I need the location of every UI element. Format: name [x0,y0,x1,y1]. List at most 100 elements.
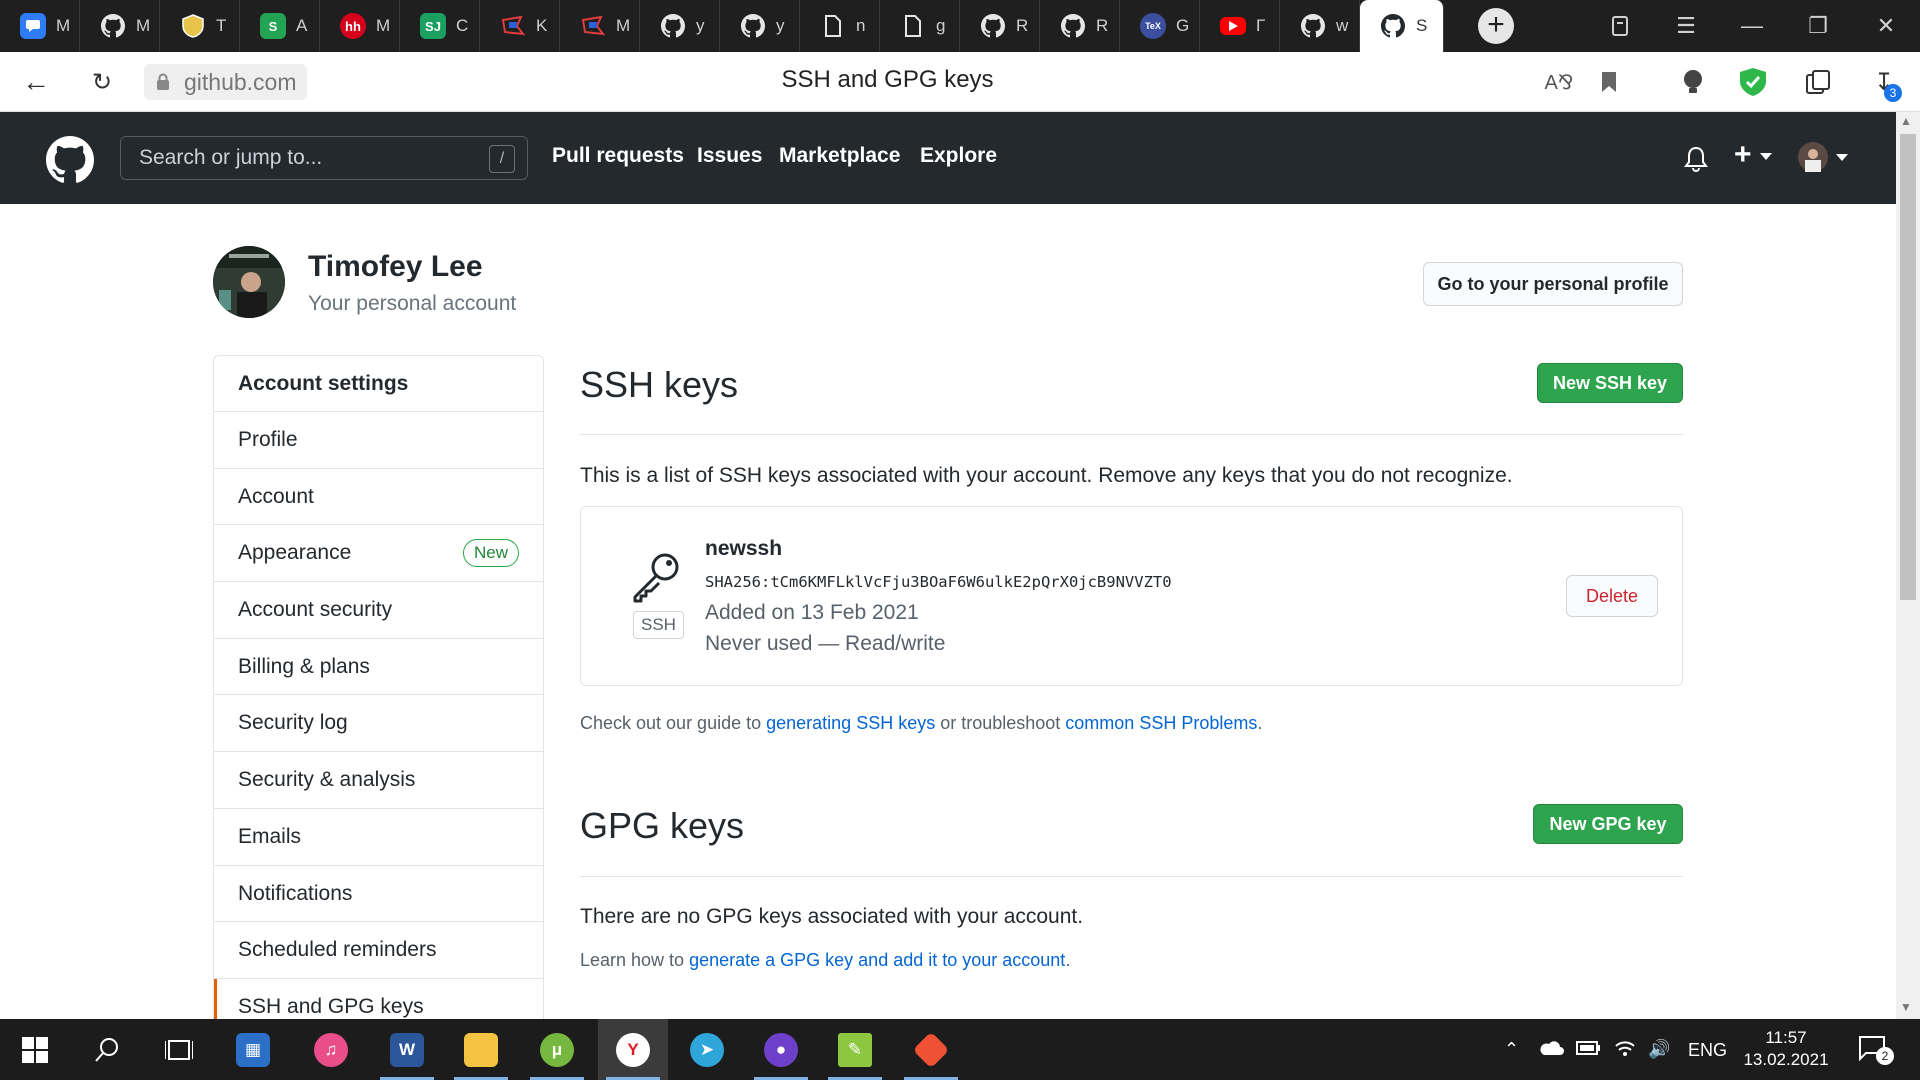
browser-tab[interactable]: SJ C [400,0,480,52]
user-menu[interactable] [1798,142,1848,172]
lightbulb-icon[interactable] [1675,64,1711,100]
key-added-date: Added on 13 Feb 2021 [705,601,919,624]
nav-explore[interactable]: Explore [920,144,997,168]
git-icon[interactable] [896,1019,966,1080]
utorrent-icon[interactable]: μ [522,1019,592,1080]
adblock-shield-icon[interactable] [1735,64,1771,100]
notification-count: 2 [1876,1047,1894,1065]
windows-start-icon[interactable] [0,1019,70,1080]
tab-title: R [1016,16,1029,35]
delete-key-button[interactable]: Delete [1566,575,1658,617]
browser-tab[interactable]: M [560,0,640,52]
github-icon [660,13,686,39]
tab-title: Г [1256,16,1266,35]
github-header: Search or jump to... / Pull requests Iss… [0,112,1896,204]
ssh-keys-heading: SSH keys [580,364,739,405]
tab-title: y [776,16,785,35]
sidebar-item-profile[interactable]: Profile [214,412,543,469]
task-view-icon[interactable] [144,1019,214,1080]
sidebar-item-account-security[interactable]: Account security [214,582,543,639]
collections-icon[interactable] [1590,0,1650,52]
onedrive-icon[interactable] [1538,1039,1564,1062]
user-avatar[interactable] [213,246,285,318]
sidebar-item-security-analysis[interactable]: Security & analysis [214,752,543,809]
file-explorer-icon[interactable] [446,1019,516,1080]
sidebar-item-notifications[interactable]: Notifications [214,866,543,923]
user-display-name: Timofey Lee [308,250,483,283]
browser-tab[interactable]: w [1280,0,1360,52]
notepad-plus-icon[interactable]: ✎ [820,1019,890,1080]
browser-tab[interactable]: M [80,0,160,52]
guide-text: . [1257,713,1263,733]
sidebar-heading: Account settings [214,356,543,412]
browser-tab[interactable]: y [640,0,720,52]
show-hidden-icons-icon[interactable]: ⌃ [1504,1039,1519,1060]
notifications-bell-icon[interactable] [1684,146,1708,172]
browser-tab[interactable]: hh M [320,0,400,52]
downloads-badge: 3 [1884,84,1902,102]
common-ssh-problems-link[interactable]: common SSH Problems [1065,713,1257,733]
generate-gpg-key-link[interactable]: generate a GPG key and add it to your ac… [689,950,1065,970]
sidebar-item-appearance[interactable]: Appearance New [214,525,543,583]
browser-tab[interactable]: R [960,0,1040,52]
create-new-menu[interactable]: + [1734,138,1772,172]
action-center-icon[interactable]: 2 [1858,1035,1894,1066]
nav-issues[interactable]: Issues [697,144,762,168]
new-tab-button[interactable]: + [1478,8,1514,44]
sidebar-item-emails[interactable]: Emails [214,809,543,866]
scroll-down-arrow-icon[interactable]: ▼ [1900,1000,1912,1014]
scrollbar-thumb[interactable] [1900,134,1916,600]
github-logo-icon[interactable] [46,136,94,184]
browser-tab[interactable]: y [720,0,800,52]
close-window-icon[interactable]: ✕ [1856,0,1916,52]
menu-icon[interactable]: ☰ [1656,0,1716,52]
settings-sidebar: Account settings Profile Account Appeara… [213,355,544,1035]
browser-tab[interactable]: TeX G [1120,0,1200,52]
browser-tab[interactable]: T [160,0,240,52]
translate-icon[interactable]: A⅋ [1541,64,1577,100]
browser-tab[interactable]: n [800,0,880,52]
browser-tab[interactable]: g [880,0,960,52]
search-input[interactable]: Search or jump to... / [120,136,528,180]
new-gpg-key-button[interactable]: New GPG key [1533,804,1683,844]
sidebar-item-scheduled-reminders[interactable]: Scheduled reminders [214,922,543,979]
store-icon[interactable]: ▦ [218,1019,288,1080]
minimize-icon[interactable]: — [1722,0,1782,52]
plus-icon: + [1734,138,1752,171]
sidebar-item-account[interactable]: Account [214,469,543,526]
scroll-up-arrow-icon[interactable]: ▲ [1900,114,1912,128]
search-icon[interactable] [72,1019,142,1080]
telegram-icon[interactable]: ➤ [672,1019,742,1080]
volume-icon[interactable]: 🔊 [1648,1039,1670,1060]
new-ssh-key-button[interactable]: New SSH key [1537,363,1683,403]
browser-tab-active[interactable]: S [1360,0,1444,52]
go-to-profile-button[interactable]: Go to your personal profile [1423,262,1683,306]
battery-icon[interactable] [1576,1039,1600,1060]
tab-title: T [216,16,227,35]
sidebar-item-billing[interactable]: Billing & plans [214,639,543,696]
word-icon[interactable]: W [372,1019,442,1080]
github-icon [980,13,1006,39]
learn-text: . [1065,950,1071,970]
windows-taskbar: ▦ ♫ W μ Y ➤ ● ✎ ⌃ 🔊 ENG 11:57 13.02.2021… [0,1019,1920,1080]
itunes-icon[interactable]: ♫ [296,1019,366,1080]
sidebar-item-security-log[interactable]: Security log [214,695,543,753]
extensions-icon[interactable] [1800,64,1836,100]
restore-icon[interactable]: ❐ [1788,0,1848,52]
browser-tab[interactable]: SA [240,0,320,52]
yandex-browser-icon[interactable]: Y [598,1019,668,1080]
github-desktop-icon[interactable]: ● [746,1019,816,1080]
wifi-icon[interactable] [1614,1039,1636,1062]
generating-ssh-keys-link[interactable]: generating SSH keys [766,713,935,733]
browser-tab[interactable]: M [0,0,80,52]
browser-tab[interactable]: R [1040,0,1120,52]
browser-tab[interactable]: Г [1200,0,1280,52]
account-type-label: Your personal account [308,292,517,315]
bookmark-icon[interactable] [1591,64,1627,100]
browser-tab[interactable]: K [480,0,560,52]
system-clock[interactable]: 11:57 13.02.2021 [1738,1027,1834,1071]
tab-title: M [376,16,391,35]
nav-marketplace[interactable]: Marketplace [779,144,900,168]
language-indicator[interactable]: ENG [1688,1040,1727,1061]
nav-pull-requests[interactable]: Pull requests [552,144,684,168]
